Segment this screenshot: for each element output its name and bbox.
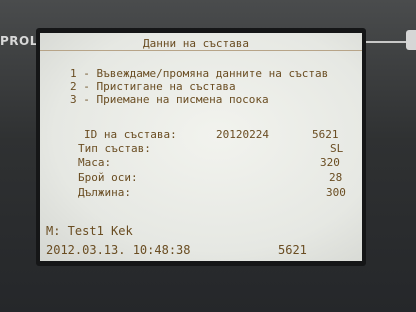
user-label: M: Test1 Kek — [46, 224, 133, 238]
id-value: 20120224 — [216, 128, 269, 141]
id-value-secondary: 5621 — [312, 128, 339, 141]
type-label: Тип състав: — [78, 142, 151, 155]
axles-label: Брой оси: — [78, 171, 138, 184]
bezel-divider — [366, 41, 406, 43]
terminal-device: PROLAN Данни на състава 1 - Въвеждаме/пр… — [0, 0, 416, 312]
axles-value: 28 — [329, 171, 343, 184]
id-label: ID на състава: — [84, 128, 177, 141]
lcd-screen: Данни на състава 1 - Въвеждаме/промяна д… — [40, 33, 362, 261]
screen-title: Данни на състава — [143, 37, 249, 50]
mass-value: 320 — [320, 156, 340, 169]
side-button[interactable] — [406, 30, 416, 50]
footer-code: 5621 — [278, 243, 307, 257]
length-label: Дължина: — [78, 186, 131, 199]
mass-label: Маса: — [78, 156, 112, 169]
menu-item-1[interactable]: 1 - Въвеждаме/промяна данните на състав — [70, 67, 328, 80]
datetime: 2012.03.13. 10:48:38 — [46, 243, 191, 257]
menu-item-2[interactable]: 2 - Пристигане на състава — [70, 80, 236, 93]
title-divider — [40, 50, 362, 51]
length-value: 300 — [326, 186, 346, 199]
type-value: SL — [330, 142, 344, 155]
menu-item-3[interactable]: 3 - Приемане на писмена посока — [70, 93, 269, 106]
